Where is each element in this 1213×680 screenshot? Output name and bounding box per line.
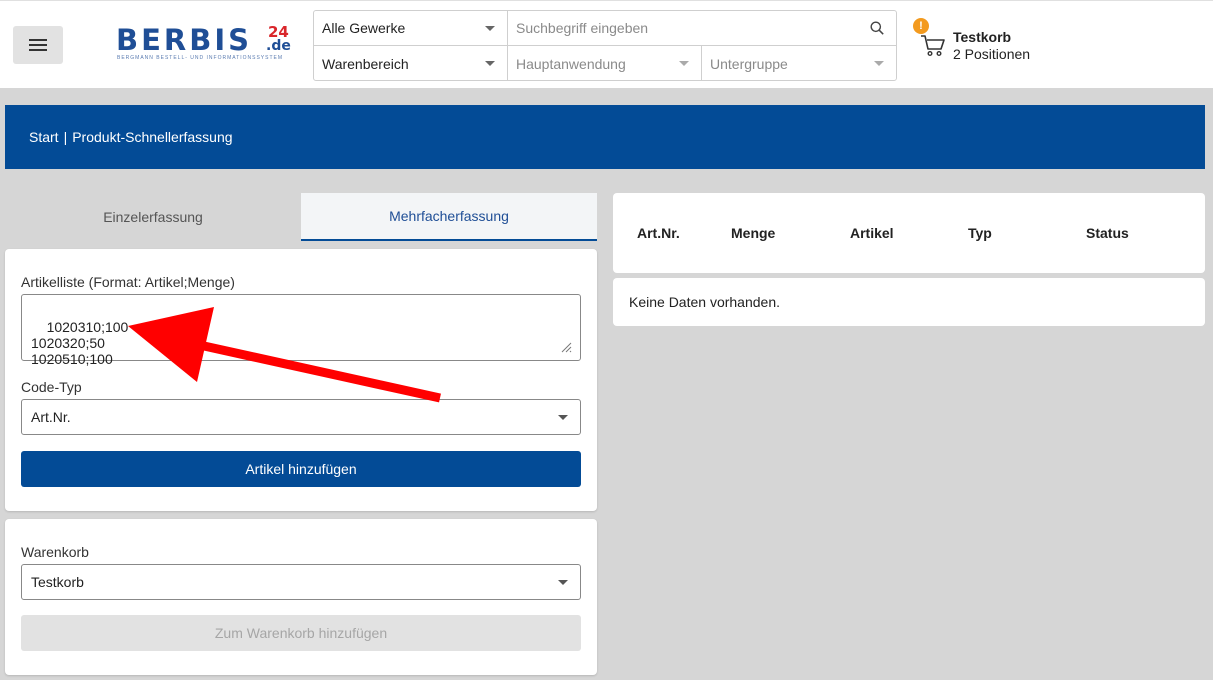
menu-button[interactable] [13, 26, 63, 64]
top-header: BERBIS 24 .de BERGMANN BESTELL- UND INFO… [0, 0, 1213, 88]
application-select[interactable]: Hauptanwendung [508, 46, 702, 81]
search-panel: Alle Gewerke Suchbegriff eingeben Warenb… [313, 10, 897, 81]
chevron-down-icon [874, 61, 884, 66]
add-to-cart-button[interactable]: Zum Warenkorb hinzufügen [21, 615, 581, 651]
breadcrumb-separator: | [63, 129, 68, 145]
cart-select-value: Testkorb [31, 574, 84, 590]
tab-mehrfacherfassung[interactable]: Mehrfacherfassung [301, 193, 597, 241]
article-list-card: Artikelliste (Format: Artikel;Menge) 102… [5, 249, 597, 511]
cart-count: 2 Positionen [953, 46, 1031, 62]
application-select-value: Hauptanwendung [516, 55, 626, 72]
article-list-label: Artikelliste (Format: Artikel;Menge) [21, 274, 235, 290]
cart-name: Testkorb [953, 29, 1012, 45]
cart-alert-badge: ! [913, 18, 929, 34]
tab-einzelerfassung[interactable]: Einzelerfassung [5, 193, 301, 241]
entry-mode-tabs: Einzelerfassung Mehrfacherfassung [5, 193, 597, 241]
column-header-artikel[interactable]: Artikel [850, 225, 894, 241]
chevron-down-icon [485, 61, 495, 66]
results-empty-state: Keine Daten vorhanden. [613, 278, 1205, 326]
column-header-artnr[interactable]: Art.Nr. [637, 225, 680, 241]
column-header-status[interactable]: Status [1086, 225, 1129, 241]
breadcrumb-current: Produkt-Schnellerfassung [72, 129, 233, 145]
code-type-value: Art.Nr. [31, 409, 71, 425]
logo-wordmark: BERBIS [116, 23, 253, 57]
chevron-down-icon [558, 415, 568, 420]
chevron-down-icon [558, 580, 568, 585]
code-type-label: Code-Typ [21, 379, 82, 395]
trade-select[interactable]: Alle Gewerke [314, 11, 508, 46]
search-icon[interactable] [870, 21, 884, 35]
category-select-value: Warenbereich [322, 55, 409, 72]
cart-selection-card: Warenkorb Testkorb Zum Warenkorb hinzufü… [5, 519, 597, 675]
logo-domain: .de [266, 38, 291, 54]
cart-select[interactable]: Testkorb [21, 564, 581, 600]
results-table-header: Art.Nr. Menge Artikel Typ Status [613, 193, 1205, 273]
subgroup-select[interactable]: Untergruppe [702, 46, 896, 81]
shopping-cart-icon [921, 35, 945, 57]
column-header-menge[interactable]: Menge [731, 225, 775, 241]
article-list-value: 1020310;100 1020320;50 1020510;100 [31, 319, 129, 367]
search-placeholder: Suchbegriff eingeben [516, 20, 649, 36]
breadcrumb-home-link[interactable]: Start [29, 129, 59, 145]
category-select[interactable]: Warenbereich [314, 46, 508, 81]
add-articles-button[interactable]: Artikel hinzufügen [21, 451, 581, 487]
resize-handle-icon[interactable] [560, 341, 572, 353]
search-input[interactable]: Suchbegriff eingeben [508, 11, 896, 46]
breadcrumb: Start | Produkt-Schnellerfassung [5, 105, 1205, 169]
hamburger-icon [29, 39, 47, 51]
subgroup-select-value: Untergruppe [710, 55, 788, 72]
chevron-down-icon [679, 61, 689, 66]
cart-widget[interactable]: ! Testkorb 2 Positionen [912, 17, 1112, 67]
column-header-typ[interactable]: Typ [968, 225, 992, 241]
chevron-down-icon [485, 26, 495, 31]
cart-select-label: Warenkorb [21, 544, 89, 560]
trade-select-value: Alle Gewerke [322, 20, 406, 36]
code-type-select[interactable]: Art.Nr. [21, 399, 581, 435]
empty-state-text: Keine Daten vorhanden. [629, 294, 780, 310]
logo[interactable]: BERBIS 24 .de BERGMANN BESTELL- UND INFO… [116, 24, 296, 64]
article-list-textarea[interactable]: 1020310;100 1020320;50 1020510;100 [21, 294, 581, 367]
logo-tagline: BERGMANN BESTELL- UND INFORMATIONSSYSTEM [117, 55, 284, 61]
